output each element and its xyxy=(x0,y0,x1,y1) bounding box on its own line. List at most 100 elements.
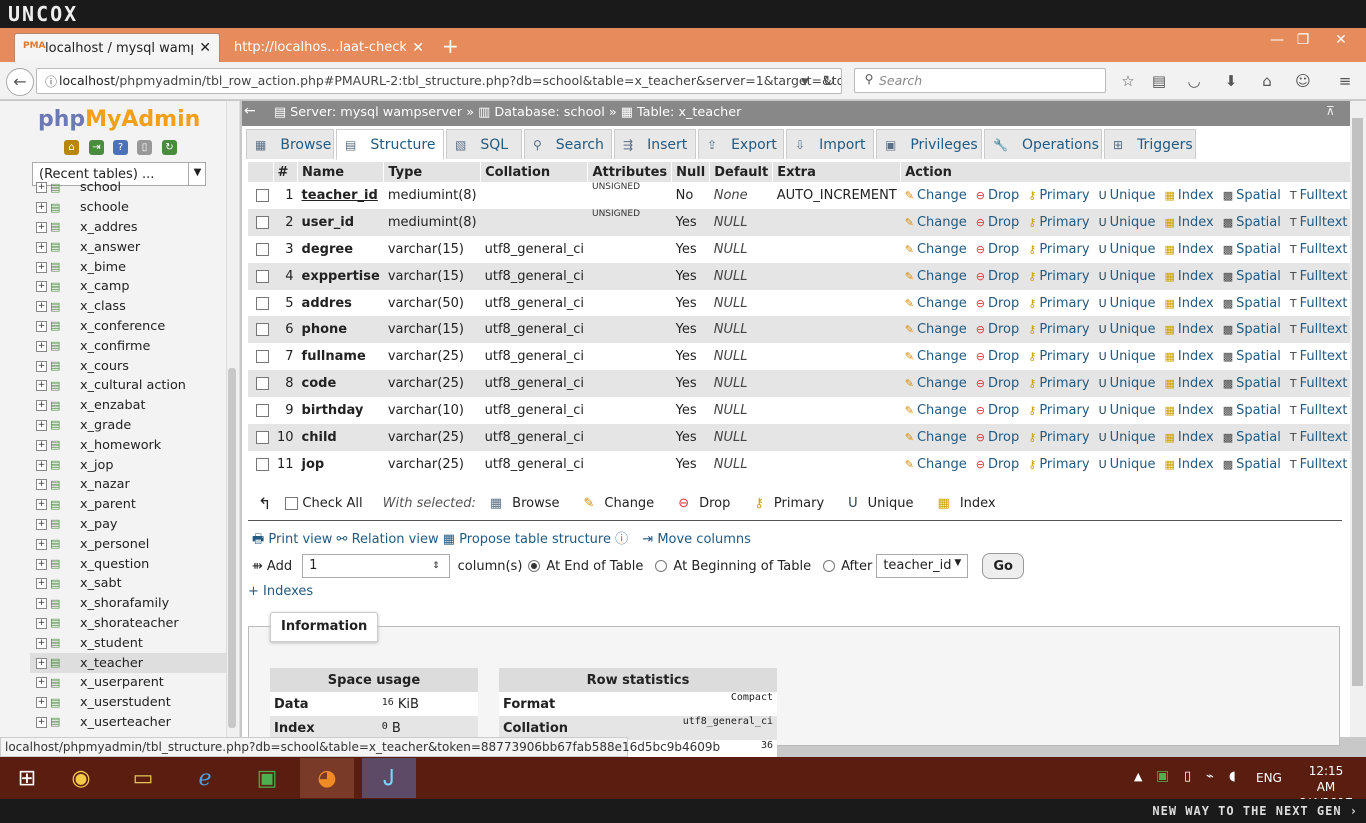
unique-icon[interactable]: U xyxy=(1099,323,1107,336)
drop-icon[interactable]: ⊖ xyxy=(976,323,985,336)
primary-icon[interactable]: ⚷ xyxy=(1028,404,1036,417)
primary-icon[interactable]: ⚷ xyxy=(1028,189,1036,202)
unique-icon[interactable]: U xyxy=(1099,189,1107,202)
sidebar-table-label[interactable]: x_jop xyxy=(80,458,113,473)
logout-icon[interactable]: ⇥ xyxy=(89,140,104,155)
sidebar-table-item[interactable]: + ▤ school xyxy=(30,178,226,198)
check-all-checkbox[interactable] xyxy=(285,496,299,510)
action-unique[interactable]: Unique xyxy=(1110,242,1156,257)
sidebar-table-item[interactable]: + ▤ x_userstudent xyxy=(30,693,226,713)
sidebar-table-label[interactable]: x_userstudent xyxy=(80,695,171,710)
drop-icon[interactable]: ⊖ xyxy=(976,297,985,310)
spatial-icon[interactable]: ▩ xyxy=(1223,350,1233,363)
primary-icon[interactable]: ⚷ xyxy=(1028,323,1036,336)
expand-plus-icon[interactable]: + xyxy=(36,340,47,352)
sidebar-table-label[interactable]: x_answer xyxy=(80,240,140,255)
table-structure-icon[interactable]: ▤ xyxy=(50,181,64,194)
table-structure-icon[interactable]: ▤ xyxy=(50,241,64,253)
sidebar-table-label[interactable]: x_homework xyxy=(80,438,161,453)
expand-plus-icon[interactable]: + xyxy=(36,221,47,233)
table-structure-icon[interactable]: ▤ xyxy=(50,201,64,214)
action-spatial[interactable]: Spatial xyxy=(1236,376,1281,391)
index-icon[interactable]: ▦ xyxy=(938,496,950,511)
action-index[interactable]: Index xyxy=(1178,457,1214,472)
table-structure-icon[interactable]: ▤ xyxy=(50,498,64,511)
col-header[interactable]: Extra xyxy=(772,162,902,182)
sidebar-scroll-thumb[interactable] xyxy=(228,368,236,728)
spatial-icon[interactable]: ▩ xyxy=(1223,243,1233,256)
sidebar-table-item[interactable]: + ▤ x_jop xyxy=(30,455,226,475)
sidebar-table-item[interactable]: + ▤ x_camp xyxy=(30,277,226,297)
unique-icon[interactable]: U xyxy=(1099,458,1107,471)
sidebar-table-item[interactable]: + ▤ x_homework xyxy=(30,435,226,455)
spatial-icon[interactable]: ▩ xyxy=(1223,189,1233,202)
index-icon[interactable]: ▦ xyxy=(1164,350,1174,363)
column-name[interactable]: birthday xyxy=(297,397,384,425)
menu-icon[interactable]: ≡ xyxy=(1334,72,1356,90)
col-header[interactable]: Action xyxy=(900,162,1366,182)
pocket-icon[interactable]: ◡ xyxy=(1183,72,1205,90)
change-icon[interactable]: ✎ xyxy=(905,270,914,283)
sidebar-table-item[interactable]: + ▤ x_pay xyxy=(30,515,226,535)
table-structure-icon[interactable]: ▤ xyxy=(50,657,64,669)
row-checkbox[interactable] xyxy=(256,242,269,256)
spatial-icon[interactable]: ▩ xyxy=(1223,323,1233,336)
change-icon[interactable]: ✎ xyxy=(905,431,914,444)
unique-icon[interactable]: U xyxy=(1099,243,1107,256)
action-change[interactable]: Change xyxy=(917,457,967,472)
home-icon[interactable]: ⌂ xyxy=(1256,72,1278,90)
index-icon[interactable]: ▦ xyxy=(1164,377,1174,390)
action-fulltext[interactable]: Fulltext xyxy=(1300,269,1348,284)
expand-plus-icon[interactable]: + xyxy=(36,320,47,332)
col-header[interactable]: Type xyxy=(383,162,482,182)
bulk-index-button[interactable]: Index xyxy=(960,496,996,511)
action-drop[interactable]: Drop xyxy=(988,188,1019,203)
table-structure-icon[interactable]: ▤ xyxy=(50,577,64,590)
language-indicator[interactable]: ENG xyxy=(1256,771,1282,785)
action-drop[interactable]: Drop xyxy=(988,269,1019,284)
action-index[interactable]: Index xyxy=(1178,215,1214,230)
action-drop[interactable]: Drop xyxy=(988,457,1019,472)
sidebar-table-label[interactable]: x_pay xyxy=(80,517,118,532)
spatial-icon[interactable]: ▩ xyxy=(1223,297,1233,310)
action-spatial[interactable]: Spatial xyxy=(1236,242,1281,257)
action-change[interactable]: Change xyxy=(917,188,967,203)
close-tab-icon[interactable]: ✕ xyxy=(199,40,211,56)
close-window-icon[interactable]: ✕ xyxy=(1326,32,1356,48)
action-index[interactable]: Index xyxy=(1178,322,1214,337)
reload-icon[interactable]: ↻ xyxy=(818,72,840,90)
index-icon[interactable]: ▦ xyxy=(1164,216,1174,229)
dropdown-arrow-icon[interactable]: ▾ xyxy=(794,72,816,90)
change-icon[interactable]: ✎ xyxy=(905,350,914,363)
bulk-unique-button[interactable]: Unique xyxy=(868,496,914,511)
store-icon[interactable]: ▣ xyxy=(240,758,294,798)
index-icon[interactable]: ▦ xyxy=(1164,189,1174,202)
end-of-table-label[interactable]: At End of Table xyxy=(546,559,643,574)
index-icon[interactable]: ▦ xyxy=(1164,431,1174,444)
fulltext-icon[interactable]: T xyxy=(1290,216,1297,229)
expand-plus-icon[interactable]: + xyxy=(36,202,47,214)
pma-logo[interactable]: phpMyAdmin xyxy=(38,107,200,132)
table-structure-icon[interactable]: ▤ xyxy=(50,419,64,431)
action-index[interactable]: Index xyxy=(1178,296,1214,311)
index-icon[interactable]: ▦ xyxy=(1164,458,1174,471)
sidebar-table-item[interactable]: + ▤ x_teacher xyxy=(30,653,226,673)
action-drop[interactable]: Drop xyxy=(988,215,1019,230)
sidebar-table-label[interactable]: x_grade xyxy=(80,418,131,433)
sidebar-table-item[interactable]: + ▤ x_parent xyxy=(30,495,226,515)
primary-icon[interactable]: ⚷ xyxy=(1028,458,1036,471)
action-unique[interactable]: Unique xyxy=(1110,376,1156,391)
expand-plus-icon[interactable]: + xyxy=(36,261,47,273)
action-drop[interactable]: Drop xyxy=(988,430,1019,445)
primary-icon[interactable]: ⚷ xyxy=(1028,297,1036,310)
sidebar-table-label[interactable]: x_userparent xyxy=(80,675,164,690)
action-primary[interactable]: Primary xyxy=(1039,215,1089,230)
action-drop[interactable]: Drop xyxy=(988,242,1019,257)
drop-icon[interactable]: ⊖ xyxy=(976,243,985,256)
column-name[interactable]: user_id xyxy=(297,208,384,236)
expand-plus-icon[interactable]: + xyxy=(36,301,47,313)
download-icon[interactable]: ⬇ xyxy=(1220,72,1242,90)
change-icon[interactable]: ✎ xyxy=(905,377,914,390)
sidebar-table-label[interactable]: x_shorafamily xyxy=(80,596,169,611)
expand-plus-icon[interactable]: + xyxy=(36,479,47,491)
